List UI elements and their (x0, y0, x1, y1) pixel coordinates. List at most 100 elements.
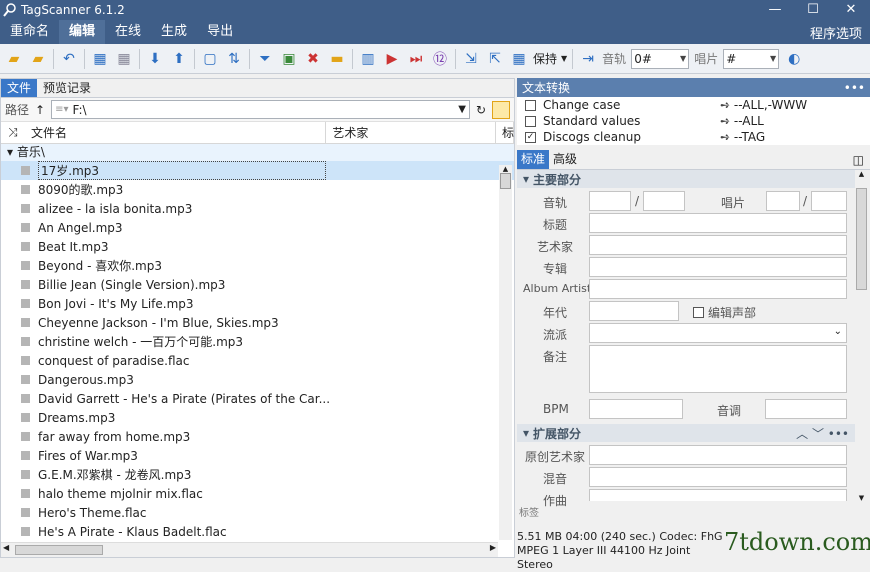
move-down-icon[interactable]: ⬇ (144, 48, 166, 70)
play-next-icon[interactable]: ⏭ (405, 48, 427, 70)
chevron-down-icon: ▼ (458, 104, 466, 115)
year-input[interactable] (589, 301, 679, 321)
ext-section-header[interactable]: ▾ 扩展部分 ︿ ﹀ ••• (517, 424, 855, 442)
filter-icon[interactable]: ⏷ (254, 48, 276, 70)
compilation-checkbox[interactable]: 编辑声部 (693, 304, 756, 321)
file-row[interactable]: He's A Pirate - Klaus Badelt.flac (1, 522, 514, 541)
composer-input[interactable] (589, 489, 847, 501)
file-row[interactable]: 8090的歌.mp3 (1, 180, 514, 199)
track-select[interactable]: 0# ▼ (631, 48, 690, 69)
menu-rename[interactable]: 重命名 (0, 20, 59, 44)
tree-view-icon[interactable] (492, 100, 510, 119)
genre-select[interactable]: ⌄ (589, 323, 847, 343)
col-title[interactable]: 标 (496, 121, 514, 144)
artist-input[interactable] (589, 235, 847, 255)
file-row[interactable]: Dreams.mp3 (1, 408, 514, 427)
file-row[interactable]: Hero's Theme.flac (1, 503, 514, 522)
file-row[interactable]: alizee - la isla bonita.mp3 (1, 199, 514, 218)
menu-options[interactable]: 程序选项 (810, 23, 870, 42)
file-row[interactable]: Cheyenne Jackson - I'm Blue, Skies.mp3 (1, 313, 514, 332)
vertical-scrollbar[interactable]: ▲ (499, 165, 512, 540)
grid-view-icon[interactable]: ▦ (89, 48, 111, 70)
track-input[interactable] (589, 191, 631, 211)
minimize-button[interactable]: — (756, 0, 794, 20)
tab-preview-log[interactable]: 预览记录 (37, 79, 97, 97)
tab-advanced[interactable]: 高级 (549, 150, 581, 169)
convert-row[interactable]: Standard values ➺ --ALL (517, 113, 870, 129)
col-filename[interactable]: 文件名 (25, 121, 327, 144)
file-row[interactable]: An Angel.mp3 (1, 218, 514, 237)
file-row[interactable]: David Garrett - He's a Pirate (Pirates o… (1, 389, 514, 408)
up-arrow-icon[interactable]: ↑ (35, 103, 45, 117)
remix-input[interactable] (589, 467, 847, 487)
disc-input[interactable] (766, 191, 800, 211)
remove-image-icon[interactable]: ✖ (302, 48, 324, 70)
file-row[interactable]: halo theme mjolnir mix.flac (1, 484, 514, 503)
checkbox[interactable] (525, 99, 536, 111)
close-button[interactable]: ✕ (832, 0, 870, 20)
convert-row[interactable]: Change case ➺ --ALL,-WWW (517, 97, 870, 113)
play-icon[interactable]: ▶ (381, 48, 403, 70)
open-folder-icon[interactable]: ▰ (3, 48, 25, 70)
counter-icon[interactable]: ⑫ (429, 48, 451, 70)
disc-select[interactable]: # ▼ (723, 48, 780, 69)
add-folder-icon[interactable]: ▰ (27, 48, 49, 70)
shuffle-icon[interactable]: ⤨ (1, 125, 25, 140)
columns-icon[interactable]: ▥ (357, 48, 379, 70)
checkbox[interactable] (525, 115, 536, 127)
file-row[interactable]: 17岁.mp3 (1, 161, 514, 180)
main-section-header[interactable]: ▾ 主要部分 (517, 170, 855, 188)
disc-total-input[interactable] (811, 191, 847, 211)
import-icon[interactable]: ⇲ (460, 48, 482, 70)
menu-online[interactable]: 在线 (105, 20, 151, 44)
group-row[interactable]: ▾ 音乐\ (1, 144, 514, 161)
sort-icon[interactable]: ⇅ (223, 48, 245, 70)
file-row[interactable]: Beat It.mp3 (1, 237, 514, 256)
tab-standard[interactable]: 标准 (517, 150, 550, 169)
orig-artist-input[interactable] (589, 445, 847, 465)
tag-panel-scrollbar[interactable]: ▲ ▼ (855, 170, 868, 502)
menu-export[interactable]: 导出 (197, 20, 243, 44)
key-input[interactable] (765, 399, 847, 419)
checkbox[interactable]: ✓ (525, 131, 536, 143)
menu-generate[interactable]: 生成 (151, 20, 197, 44)
title-input[interactable] (589, 213, 847, 233)
grid-view-alt-icon[interactable]: ▦ (113, 48, 135, 70)
col-artist[interactable]: 艺术家 (326, 121, 496, 144)
calendar-icon[interactable]: ▦ (508, 48, 530, 70)
move-up-icon[interactable]: ⬆ (168, 48, 190, 70)
select-icon[interactable]: ▢ (199, 48, 221, 70)
file-row[interactable]: Dangerous.mp3 (1, 370, 514, 389)
tab-files[interactable]: 文件 (1, 79, 38, 97)
chevron-down-icon[interactable]: ▼ (561, 54, 567, 63)
refresh-icon[interactable]: ↻ (476, 103, 486, 117)
file-row[interactable]: Billie Jean (Single Version).mp3 (1, 275, 514, 294)
path-input[interactable]: ≡▾ F:\ ▼ (51, 100, 470, 119)
file-row[interactable]: christine welch - 一百万个可能.mp3 (1, 332, 514, 351)
horizontal-scrollbar[interactable]: ◀ ▶ (1, 542, 498, 557)
file-row[interactable]: Fires of War.mp3 (1, 446, 514, 465)
save-button[interactable]: 保持 (533, 50, 557, 67)
file-row[interactable]: Beyond - 喜欢你.mp3 (1, 256, 514, 275)
folder-icon[interactable]: ▬ (326, 48, 348, 70)
track-total-input[interactable] (643, 191, 685, 211)
file-row[interactable]: Bon Jovi - It's My Life.mp3 (1, 294, 514, 313)
layout-icon[interactable]: ◫ (853, 153, 864, 167)
comment-textarea[interactable] (589, 345, 847, 393)
image-icon[interactable]: ▣ (278, 48, 300, 70)
export-icon[interactable]: ⇱ (484, 48, 506, 70)
menu-edit[interactable]: 编辑 (59, 20, 106, 44)
maximize-button[interactable]: ☐ (794, 0, 832, 20)
convert-label: Standard values (543, 114, 641, 128)
exit-icon[interactable]: ⇥ (577, 48, 599, 70)
convert-row[interactable]: ✓ Discogs cleanup ➺ --TAG (517, 129, 870, 145)
album-artist-input[interactable] (589, 279, 847, 299)
file-row[interactable]: conquest of paradise.flac (1, 351, 514, 370)
more-icon[interactable]: ◐ (783, 48, 805, 70)
bpm-input[interactable] (589, 399, 683, 419)
album-input[interactable] (589, 257, 847, 277)
file-row[interactable]: far away from home.mp3 (1, 427, 514, 446)
file-row[interactable]: G.E.M.邓紫棋 - 龙卷风.mp3 (1, 465, 514, 484)
file-name: Dreams.mp3 (38, 410, 116, 425)
undo-icon[interactable]: ↶ (58, 48, 80, 70)
